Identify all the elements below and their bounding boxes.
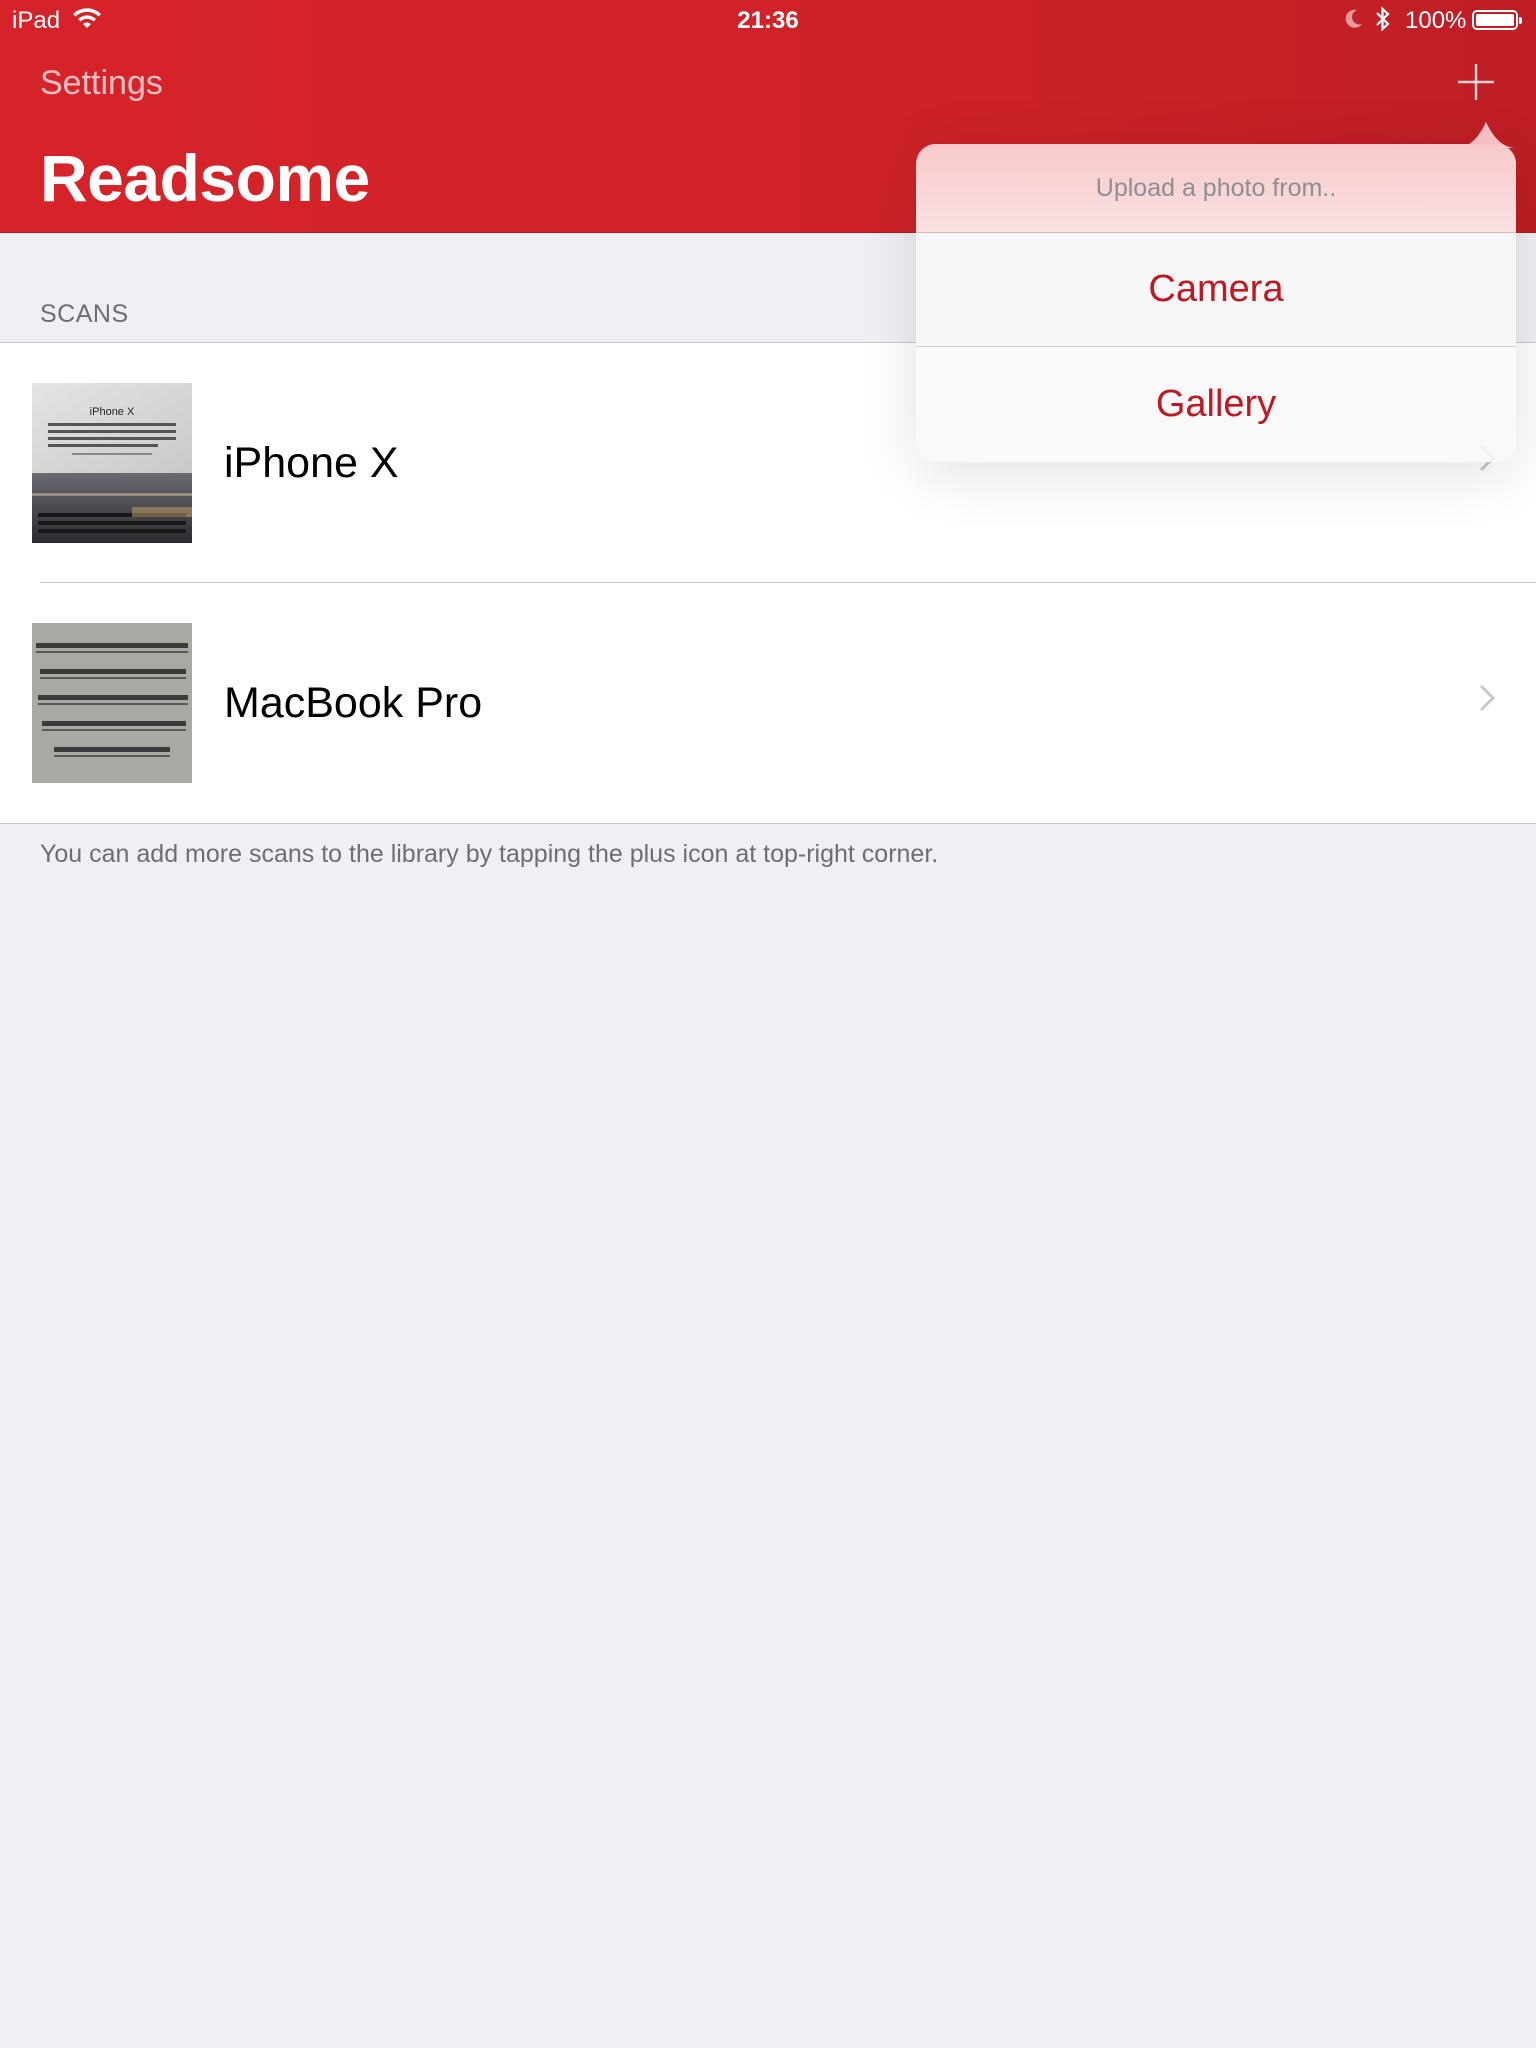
battery-percentage: 100% <box>1405 7 1467 34</box>
upload-popover: Upload a photo from.. Camera Gallery <box>916 122 1516 462</box>
clock: 21:36 <box>737 7 799 34</box>
do-not-disturb-icon <box>1344 8 1364 37</box>
scan-thumbnail <box>32 623 192 783</box>
camera-option[interactable]: Camera <box>916 232 1516 347</box>
popover-title: Upload a photo from.. <box>1095 174 1337 202</box>
bluetooth-icon <box>1374 6 1392 39</box>
scan-title: iPhone X <box>224 439 399 487</box>
plus-icon <box>1458 64 1494 100</box>
scan-title: MacBook Pro <box>224 679 483 727</box>
page-title: Readsome <box>40 141 370 215</box>
scan-thumbnail: iPhone X <box>32 383 192 543</box>
list-item-macbook-pro[interactable]: MacBook Pro <box>0 583 1536 822</box>
settings-button[interactable]: Settings <box>40 64 163 103</box>
chevron-right-icon <box>1478 683 1496 718</box>
thumbnail-caption: iPhone X <box>90 406 135 418</box>
battery-fill <box>1476 14 1514 26</box>
battery-icon <box>1472 10 1522 30</box>
popover-header: Upload a photo from.. <box>916 144 1516 233</box>
status-bar: iPad 21:36 100% <box>0 0 1536 40</box>
gallery-option[interactable]: Gallery <box>916 347 1516 462</box>
battery-nub <box>1519 17 1522 24</box>
section-header-scans: SCANS <box>40 300 129 328</box>
add-scan-button[interactable] <box>1456 62 1496 102</box>
section-footer: You can add more scans to the library by… <box>40 840 939 868</box>
